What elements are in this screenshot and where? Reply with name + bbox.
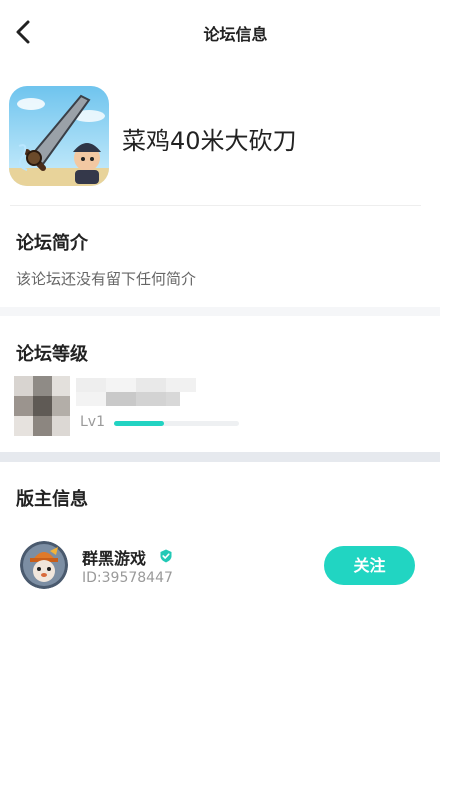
level-progress-fill xyxy=(114,421,164,426)
level-progress-bar xyxy=(114,421,239,426)
follow-button[interactable]: 关注 xyxy=(324,546,415,585)
divider xyxy=(10,205,421,206)
blurred-name xyxy=(76,378,196,406)
moderator-id: ID:39578447 xyxy=(82,570,173,586)
game-icon xyxy=(9,86,109,186)
intro-section-title: 论坛简介 xyxy=(16,233,88,254)
moderator-avatar[interactable] xyxy=(20,541,68,589)
page-title: 论坛信息 xyxy=(203,25,268,44)
game-name: 菜鸡40米大砍刀 xyxy=(122,127,297,155)
moderator-section-title: 版主信息 xyxy=(16,489,88,510)
level-section-title: 论坛等级 xyxy=(16,344,88,365)
avatar xyxy=(14,376,70,436)
section-separator xyxy=(0,452,440,462)
verified-badge-icon xyxy=(159,548,173,563)
intro-text: 该论坛还没有留下任何简介 xyxy=(16,270,197,288)
level-label: Lv1 xyxy=(80,414,105,430)
section-separator xyxy=(0,307,440,316)
moderator-name: 群黑游戏 xyxy=(82,549,147,568)
top-bar: 论坛信息 xyxy=(0,0,471,62)
